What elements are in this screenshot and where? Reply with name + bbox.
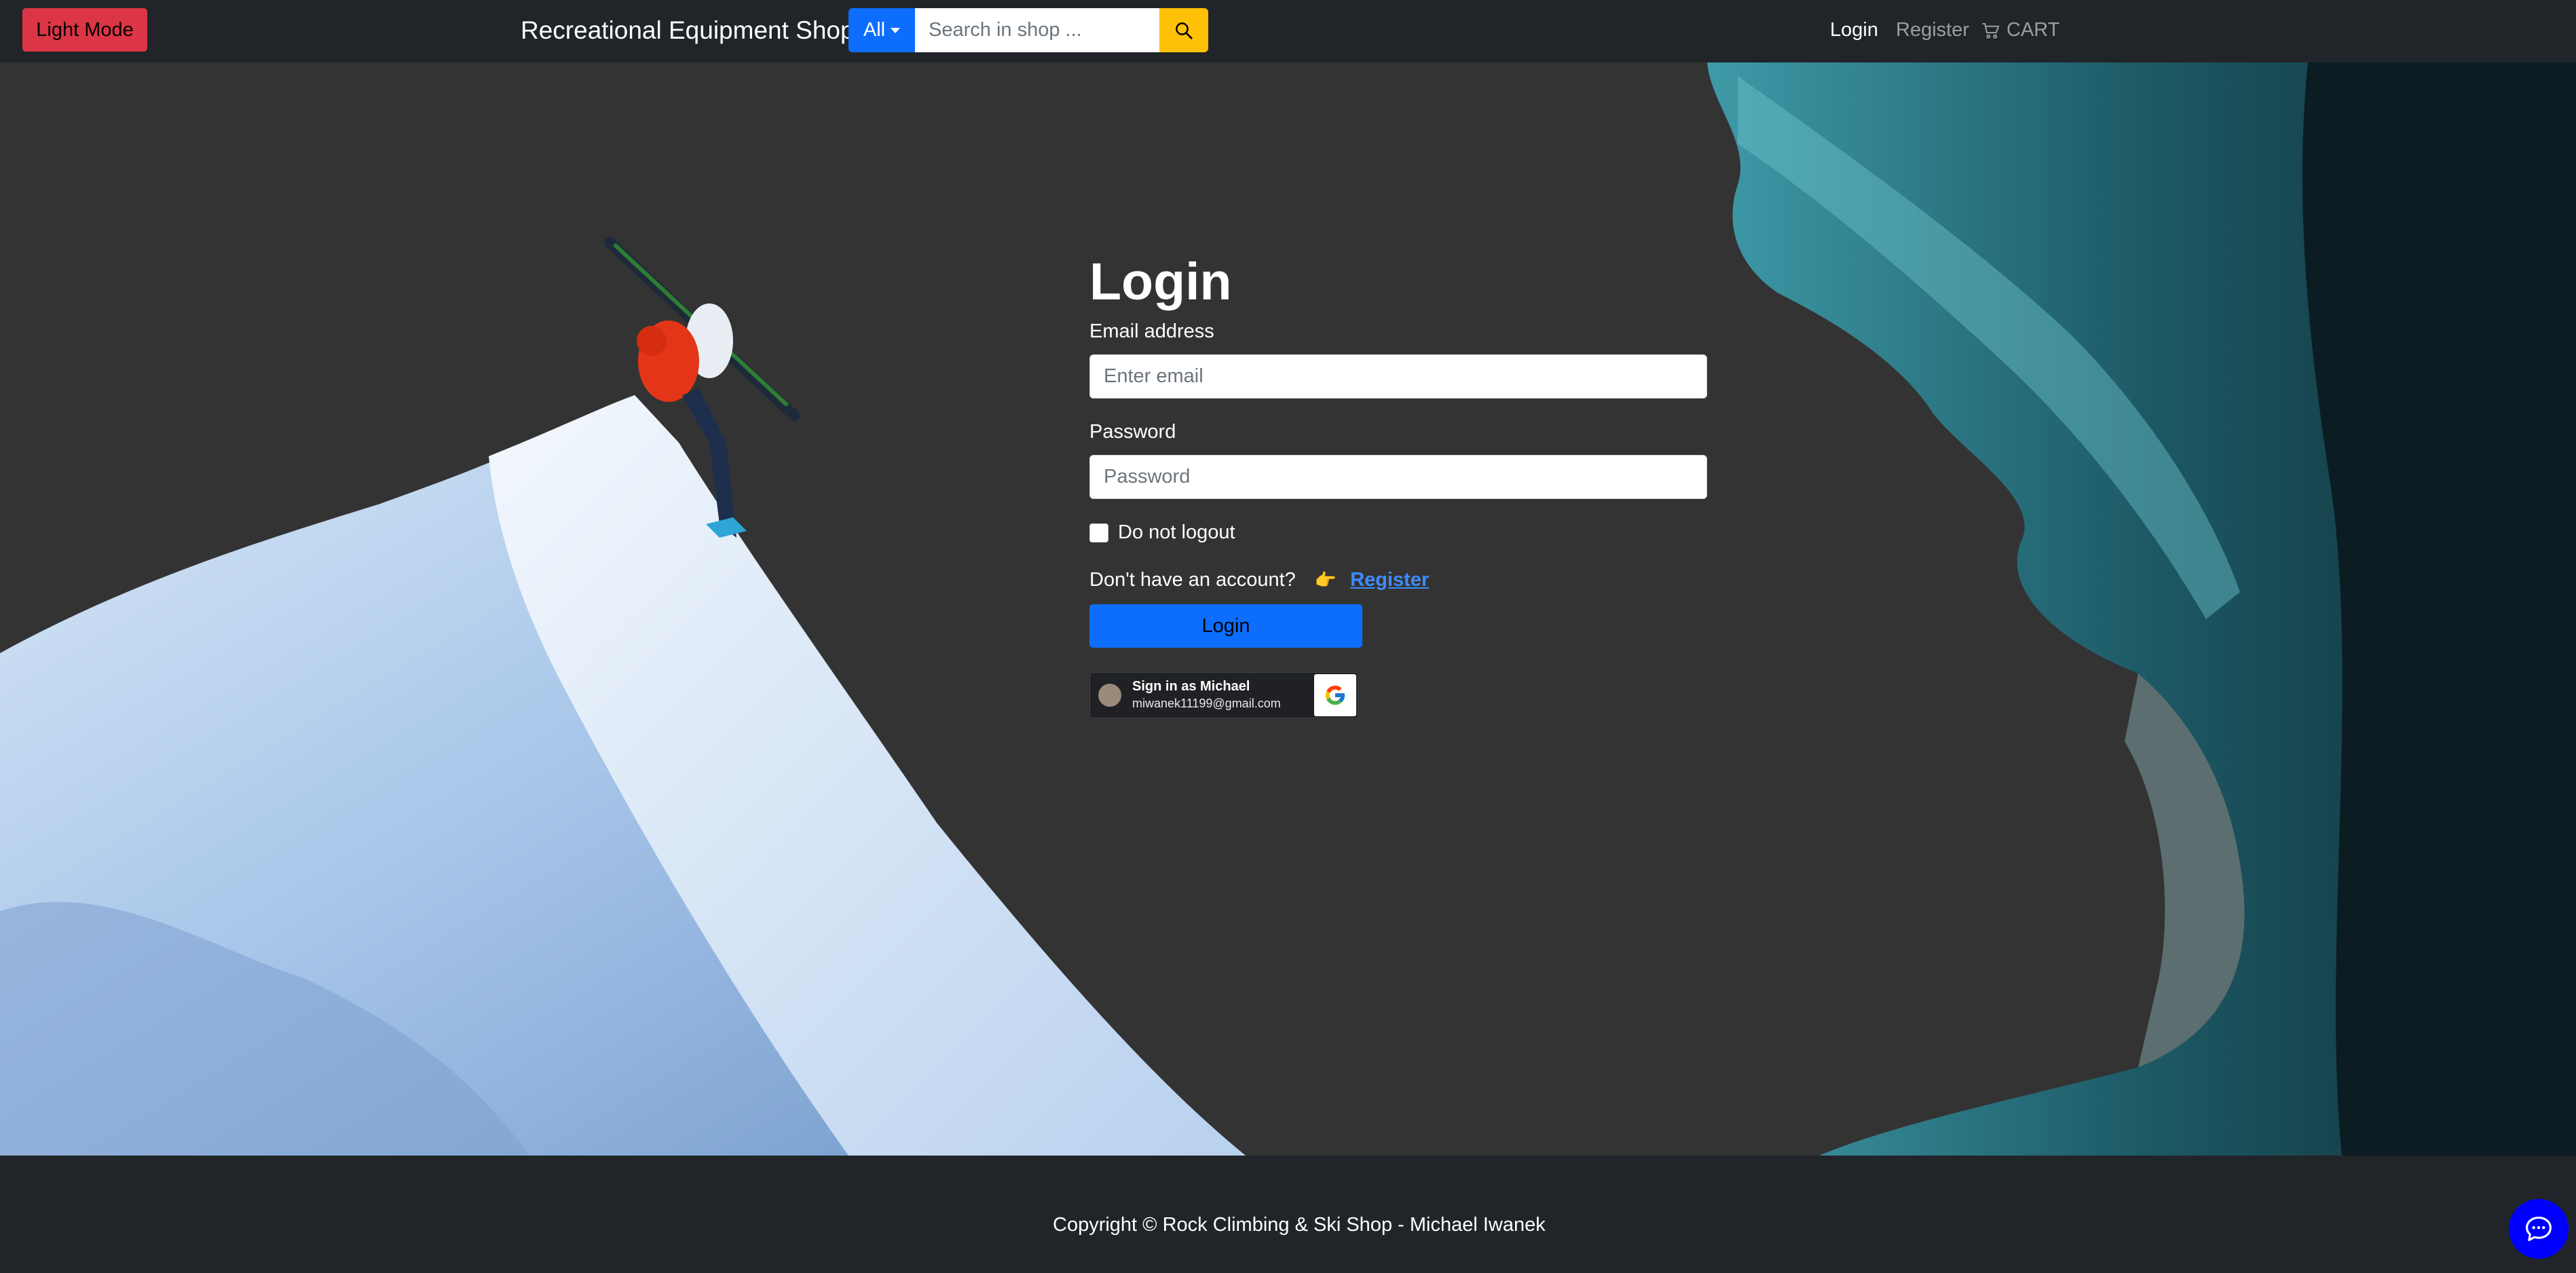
light-mode-button[interactable]: Light Mode (22, 8, 147, 52)
password-field[interactable] (1089, 455, 1707, 499)
search-input[interactable] (915, 8, 1159, 52)
google-logo-box (1314, 674, 1356, 716)
google-signin-button[interactable]: Sign in as Michael miwanek11199@gmail.co… (1089, 672, 1358, 718)
chat-icon (2526, 1216, 2552, 1242)
pointing-hand-icon: 👉 (1314, 570, 1337, 590)
email-field[interactable] (1089, 354, 1707, 399)
nav-cart-link[interactable]: CART (1981, 19, 2059, 41)
remember-checkbox[interactable] (1089, 523, 1108, 542)
google-email-line: miwanek11199@gmail.com (1132, 697, 1281, 710)
no-account-text: Don't have an account? (1089, 569, 1296, 591)
login-submit-button[interactable]: Login (1089, 604, 1362, 648)
register-row: Don't have an account? 👉 Register (1089, 569, 1429, 591)
nav-login-link[interactable]: Login (1830, 19, 1878, 41)
caret-down-icon (891, 27, 901, 33)
google-icon (1325, 685, 1345, 705)
cart-label: CART (2006, 19, 2060, 41)
footer-copyright: Copyright © Rock Climbing & Ski Shop - M… (1053, 1214, 1546, 1236)
search-bar: All (848, 8, 1208, 52)
cart-icon (1982, 22, 2000, 39)
ice-cave-image (1707, 62, 2576, 1156)
google-name-line: Sign in as Michael (1132, 679, 1250, 694)
brand-title[interactable]: Recreational Equipment Shop (521, 14, 855, 48)
register-link[interactable]: Register (1350, 569, 1429, 591)
avatar (1098, 684, 1121, 707)
chat-button[interactable] (2509, 1199, 2569, 1259)
search-category-dropdown[interactable]: All (848, 8, 915, 52)
remember-row: Do not logout (1089, 521, 1235, 544)
search-icon (1176, 22, 1193, 39)
nav-register-link[interactable]: Register (1896, 19, 1969, 41)
remember-label[interactable]: Do not logout (1118, 521, 1235, 544)
search-button[interactable] (1159, 8, 1208, 52)
login-heading: Login (1089, 253, 1232, 311)
email-label: Email address (1089, 320, 1214, 342)
snow-mountain-image (0, 395, 1246, 1156)
password-label: Password (1089, 421, 1176, 443)
navbar: Light Mode Recreational Equipment Shop A… (0, 0, 2576, 62)
search-category-label: All (863, 19, 886, 41)
